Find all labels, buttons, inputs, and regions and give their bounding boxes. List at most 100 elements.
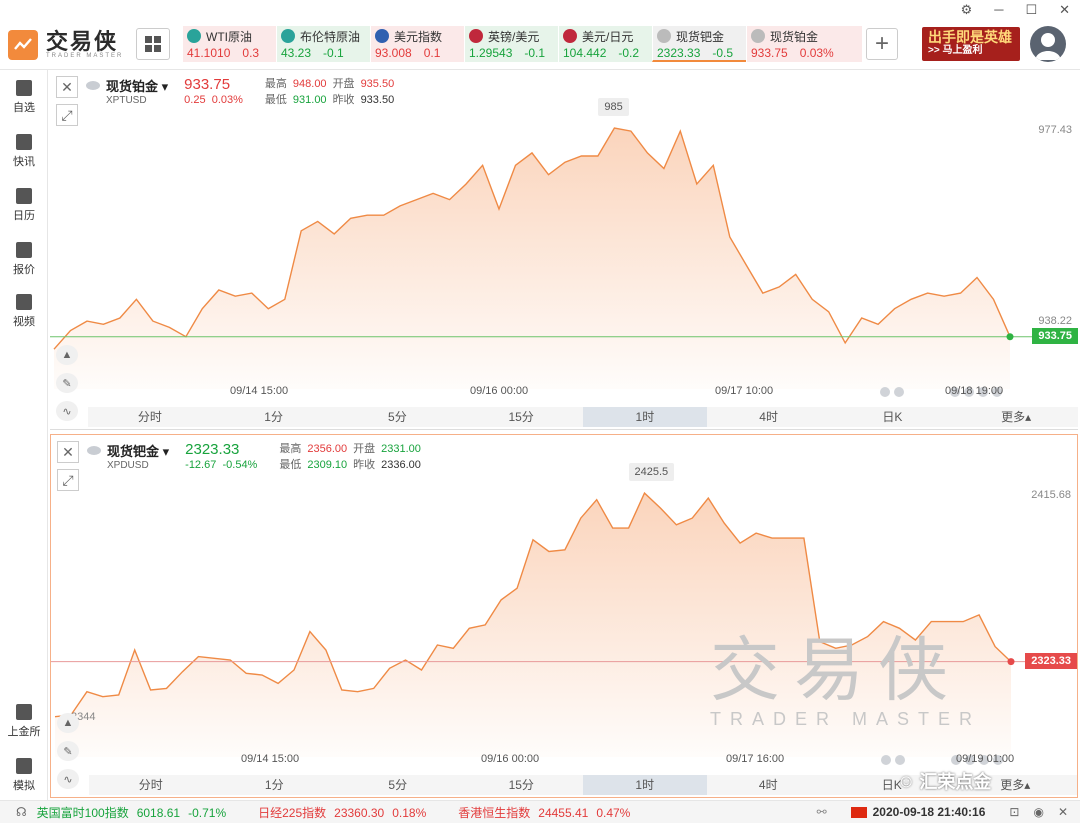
coin-icon — [657, 29, 671, 43]
plus-icon: + — [874, 30, 889, 57]
ticker-change: -0.1 — [524, 46, 546, 60]
mountain-chart-icon[interactable]: ▲ — [56, 345, 78, 365]
sidebar-item-label: 视频 — [13, 316, 35, 328]
ticker-name: 英镑/美元 — [488, 29, 540, 44]
sidebar-item-3[interactable]: 报价 — [0, 242, 48, 277]
price-chart[interactable] — [50, 70, 1078, 429]
ticker-0[interactable]: WTI原油 41.1010 0.3 — [182, 26, 276, 62]
axis-label: 938.22 — [1038, 314, 1072, 327]
screenshot-icon[interactable]: ⊡ — [1009, 805, 1019, 819]
sidebar-item-0[interactable]: 自选 — [0, 80, 48, 115]
index-value: 24455.41 — [538, 805, 589, 820]
close-icon[interactable]: ✕ — [1059, 2, 1070, 18]
ticker-1[interactable]: 布伦特原油 43.23 -0.1 — [276, 26, 370, 62]
brand-subtitle: TRADER MASTER — [46, 53, 124, 59]
ticker-2[interactable]: 美元指数 93.008 0.1 — [370, 26, 464, 62]
index-item[interactable]: 英国富时100指数 6018.61 -0.71% — [37, 804, 234, 821]
current-price-tag: 933.75 — [1032, 327, 1078, 344]
axis-label: 2415.68 — [1031, 489, 1071, 502]
timeframe-tab[interactable]: 1分 — [213, 775, 337, 795]
peak-label: 2425.5 — [628, 463, 675, 482]
mountain-chart-icon[interactable]: ▲ — [57, 713, 79, 733]
coin-icon — [751, 29, 765, 43]
ticker-name: 美元指数 — [394, 29, 443, 44]
ticker-change: -0.1 — [323, 46, 344, 60]
index-item[interactable]: 香港恒生指数 24455.41 0.47% — [458, 804, 638, 821]
current-price-tag: 2323.33 — [1025, 652, 1077, 669]
window-controls: ⚙ ─ ☐ ✕ — [961, 2, 1070, 18]
timeframe-tab[interactable]: 4时 — [707, 407, 831, 427]
sidebar-item-label: 模拟 — [13, 780, 35, 792]
minimize-icon[interactable]: ─ — [994, 2, 1003, 18]
sidebar-item-5[interactable]: 上金所 — [0, 704, 48, 739]
sidebar-item-4[interactable]: 视频 — [0, 294, 48, 329]
timeframe-tab[interactable]: 1分 — [212, 407, 336, 427]
promo-title: 出手即是英雄 — [928, 29, 1012, 45]
timeframe-tab[interactable]: 15分 — [460, 775, 584, 795]
avatar[interactable] — [1030, 26, 1066, 62]
index-change: -0.71% — [188, 805, 227, 820]
headset-icon[interactable]: ☊ — [16, 805, 27, 819]
ticker-strip: WTI原油 41.1010 0.3 布伦特原油 43.23 -0.1 美元指数 93.0… — [182, 26, 862, 62]
settings-icon[interactable]: ⚙ — [961, 2, 973, 18]
timeframe-tab[interactable]: 1时 — [583, 775, 707, 795]
ticker-5[interactable]: 现货钯金 2323.33 -0.5 — [652, 26, 746, 62]
price-chart[interactable] — [51, 435, 1078, 797]
timeframe-tab[interactable]: 15分 — [459, 407, 583, 427]
x-tick-label: 09/16 00:00 — [481, 753, 540, 765]
wechat-badge: ☺ 汇荣点金 — [897, 768, 991, 794]
timeframe-tab[interactable]: 1时 — [583, 407, 707, 427]
timeframe-tab[interactable]: 5分 — [336, 407, 460, 427]
ticker-price: 2323.33 — [657, 46, 701, 60]
timeframe-tab[interactable]: 5分 — [336, 775, 460, 795]
sidebar-item-label: 报价 — [13, 264, 35, 276]
ticker-change: -0.5 — [712, 46, 734, 60]
us-flag-icon — [375, 29, 389, 43]
add-ticker-button[interactable]: + — [866, 28, 898, 60]
index-item[interactable]: 日经225指数 23360.30 0.18% — [258, 804, 434, 821]
oil-icon — [187, 29, 201, 43]
index-value: 23360.30 — [334, 805, 385, 820]
app-logo: 交易侠 TRADER MASTER — [8, 30, 123, 60]
drawing-tools: ▲ ✎ ∿ — [57, 713, 79, 789]
index-name: 香港恒生指数 — [458, 805, 531, 820]
user-icon — [1035, 33, 1061, 60]
timeframe-tab[interactable]: 4时 — [707, 775, 831, 795]
pager-dots[interactable] — [881, 755, 905, 765]
ticker-name: 现货钯金 — [676, 29, 725, 44]
ticker-price: 93.008 — [375, 46, 412, 60]
chart-panel-palladium: ✕ ⤢ 现货钯金 ▾ XPDUSD 2323.33 -12.67 -0.54% … — [50, 434, 1078, 798]
ticker-4[interactable]: 美元/日元 104.442 -0.2 — [558, 26, 652, 62]
camera-icon[interactable]: ◉ — [1033, 805, 1043, 819]
pager-dots[interactable] — [880, 387, 904, 397]
layout-grid-button[interactable] — [136, 28, 170, 60]
maximize-icon[interactable]: ☐ — [1025, 2, 1037, 18]
pencil-icon[interactable]: ✎ — [56, 373, 78, 393]
uk-flag-icon — [469, 29, 483, 43]
ticker-3[interactable]: 英镑/美元 1.29543 -0.1 — [464, 26, 558, 62]
axis-label: 977.43 — [1038, 123, 1072, 136]
indicator-icon[interactable]: ∿ — [57, 769, 79, 789]
sidebar-item-1[interactable]: 快讯 — [0, 134, 48, 169]
promo-banner[interactable]: 出手即是英雄 >> 马上盈利 — [922, 27, 1020, 61]
timeframe-tab[interactable]: 分时 — [89, 775, 213, 795]
x-tick-label: 09/16 00:00 — [470, 385, 529, 397]
news-icon — [16, 134, 32, 150]
timeframe-tab[interactable]: 日K — [831, 407, 955, 427]
pencil-icon[interactable]: ✎ — [57, 741, 79, 761]
mute-icon[interactable]: ✕ — [1058, 805, 1068, 819]
timeframe-tab[interactable]: 更多▴ — [954, 407, 1078, 427]
brand-name: 交易侠 — [46, 29, 119, 54]
ticker-6[interactable]: 现货铂金 933.75 0.03% — [746, 26, 862, 62]
timeframe-tab[interactable]: 分时 — [88, 407, 212, 427]
ticker-name: 美元/日元 — [582, 29, 634, 44]
ticker-name: 现货铂金 — [770, 29, 819, 44]
quote-icon — [16, 242, 32, 258]
sidebar-item-label: 日历 — [13, 210, 35, 222]
sidebar-item-label: 自选 — [13, 102, 35, 114]
link-icon[interactable]: ⚯ — [817, 805, 827, 819]
sidebar-item-6[interactable]: 模拟 — [0, 758, 48, 793]
ticker-price: 41.1010 — [187, 46, 231, 60]
indicator-icon[interactable]: ∿ — [56, 401, 78, 421]
sidebar-item-2[interactable]: 日历 — [0, 188, 48, 223]
